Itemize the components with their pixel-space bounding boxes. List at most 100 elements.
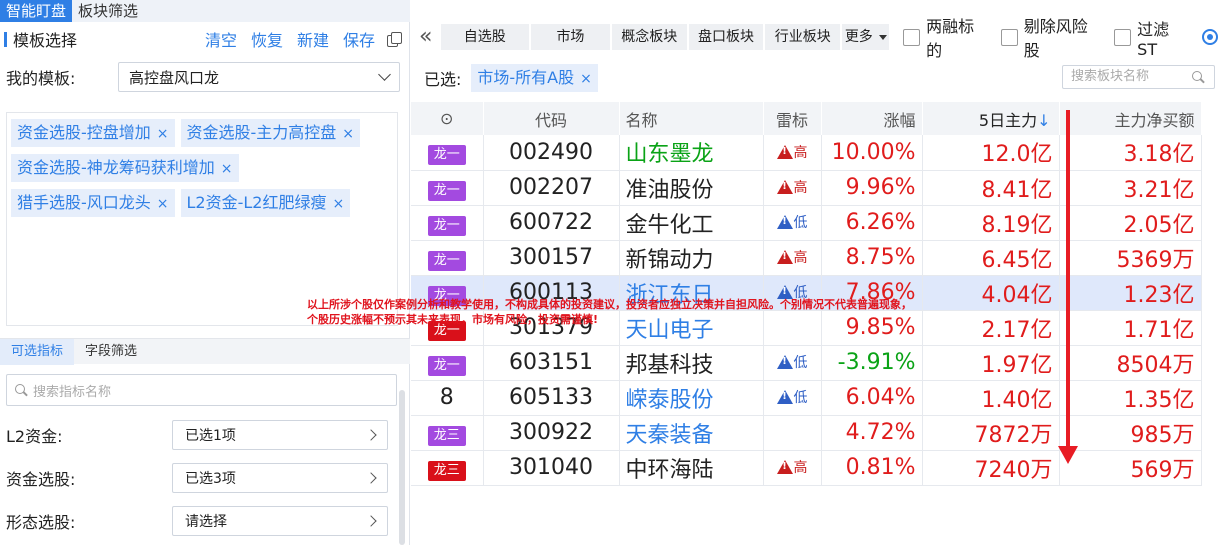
tag-close-icon[interactable]: × [221, 161, 233, 177]
left-scrollbar[interactable] [399, 390, 405, 545]
risk-flag[interactable]: 低 [776, 352, 808, 372]
table-row[interactable]: 龙一 300157新锦动力 高 8.75%6.45亿5369万 [411, 240, 1202, 276]
stock-code[interactable]: 002207 [483, 170, 620, 206]
col-main5[interactable]: 5日主力↓ [922, 102, 1060, 135]
tab-block-filter[interactable]: 板块筛选 [72, 0, 144, 22]
filter-select-button[interactable]: 请选择 [172, 506, 388, 536]
risk-flag[interactable]: 低 [776, 212, 808, 232]
filter-select-button[interactable]: 已选3项 [172, 463, 388, 493]
main-5day: 1.40亿 [922, 380, 1060, 416]
main-5day: 6.45亿 [922, 240, 1060, 276]
risk-flag[interactable]: 高 [776, 247, 808, 267]
collapse-icon[interactable]: « [411, 22, 441, 52]
column-settings-icon[interactable]: ⊙ [411, 102, 484, 135]
stock-code[interactable]: 605133 [483, 380, 620, 416]
net-buy: 985万 [1059, 415, 1202, 451]
checkbox-label: 剔除风险股 [1023, 17, 1088, 60]
net-buy: 3.18亿 [1059, 135, 1202, 171]
new-button[interactable]: 新建 [297, 27, 329, 51]
table-row[interactable]: 龙一 600722金牛化工 低 6.26%8.19亿2.05亿 [411, 205, 1202, 241]
tag-close-icon[interactable]: × [580, 71, 592, 87]
stock-name[interactable]: 金牛化工 [619, 205, 764, 241]
stock-name[interactable]: 嵘泰股份 [619, 380, 764, 416]
col-name[interactable]: 名称 [619, 102, 764, 135]
net-buy: 569万 [1059, 450, 1202, 486]
btn-board-block[interactable]: 盘口板块 [688, 24, 766, 50]
stock-code[interactable]: 300922 [483, 415, 620, 451]
change-pct: 6.04% [821, 380, 923, 416]
btn-watchlist[interactable]: 自选股 [440, 24, 532, 50]
btn-market[interactable]: 市场 [531, 24, 612, 50]
checkbox-margin-trading[interactable]: 两融标的 [903, 13, 989, 61]
warning-icon [776, 250, 793, 264]
filter-value: 已选3项 [185, 471, 236, 487]
restore-button[interactable]: 恢复 [251, 27, 283, 51]
checkbox-exclude-risk[interactable]: 剔除风险股 [1001, 13, 1102, 61]
copy-icon[interactable] [387, 32, 402, 47]
stock-name[interactable]: 邦基科技 [619, 345, 764, 381]
table-row[interactable]: 龙一 603151邦基科技 低 -3.91%1.97亿8504万 [411, 345, 1202, 381]
more-dropdown[interactable]: 更多 [842, 24, 892, 50]
risk-flag[interactable]: 高 [776, 142, 808, 162]
col-net[interactable]: 主力净买额 [1059, 102, 1202, 135]
dragon-badge: 龙一 [427, 250, 466, 271]
risk-flag[interactable]: 高 [776, 177, 808, 197]
btn-industry-block[interactable]: 行业板块 [765, 24, 843, 50]
main-5day: 12.0亿 [922, 135, 1060, 171]
tag-close-icon[interactable]: × [157, 196, 169, 212]
tab-available-indicators[interactable]: 可选指标 [0, 339, 75, 365]
change-pct: 4.72% [821, 415, 923, 451]
col-code[interactable]: 代码 [483, 102, 620, 135]
table-row[interactable]: 龙一 002490山东墨龙 高 10.00%12.0亿3.18亿 [411, 135, 1202, 171]
table-row[interactable]: 龙一 002207准油股份 高 9.96%8.41亿3.21亿 [411, 170, 1202, 206]
table-row[interactable]: 龙三 300922 天秦装备 4.72% 7872万 985万 [411, 415, 1202, 451]
col-change[interactable]: 涨幅 [821, 102, 923, 135]
col-lei[interactable]: 雷标 [763, 102, 822, 135]
risk-level: 高 [793, 250, 808, 266]
stock-name[interactable]: 天秦装备 [619, 415, 764, 451]
checkbox-box[interactable] [1001, 28, 1018, 46]
indicator-search-input[interactable]: 搜索指标名称 [6, 374, 397, 406]
rank-number: 8 [439, 385, 454, 410]
warning-icon [776, 215, 793, 229]
risk-flag[interactable]: 高 [776, 457, 808, 477]
my-template-select[interactable]: 高控盘风口龙 [118, 62, 400, 92]
risk-flag[interactable]: 低 [776, 387, 808, 407]
filter-select-button[interactable]: 已选1项 [172, 420, 388, 450]
stock-name[interactable]: 山东墨龙 [619, 135, 764, 171]
stock-name[interactable]: 新锦动力 [619, 240, 764, 276]
tab-field-filter[interactable]: 字段筛选 [74, 339, 148, 365]
tag-item: L2资金-L2红肥绿瘦 × [180, 189, 351, 217]
tab-smart-watch[interactable]: 智能盯盘 [0, 0, 73, 22]
chevron-right-icon [365, 429, 377, 441]
btn-concept-block[interactable]: 概念板块 [611, 24, 689, 50]
tag-close-icon[interactable]: × [157, 126, 169, 142]
stock-code[interactable]: 600722 [483, 205, 620, 241]
clear-button[interactable]: 清空 [205, 27, 237, 51]
net-buy: 1.23亿 [1059, 275, 1202, 311]
stock-name[interactable]: 中环海陆 [619, 450, 764, 486]
stock-code[interactable]: 300157 [483, 240, 620, 276]
stock-name[interactable]: 准油股份 [619, 170, 764, 206]
badge-cell: 龙一 [411, 240, 484, 276]
checkbox-box[interactable] [903, 28, 921, 46]
checkbox-filter-st[interactable]: 过滤ST [1114, 16, 1188, 59]
table-row[interactable]: 8 605133嵘泰股份 低 6.04%1.40亿1.35亿 [411, 380, 1202, 416]
tag-close-icon[interactable]: × [342, 126, 354, 142]
stock-code[interactable]: 603151 [483, 345, 620, 381]
indicator-tabs: 可选指标 字段筛选 [0, 338, 410, 365]
stock-code[interactable]: 002490 [483, 135, 620, 171]
tag-close-icon[interactable]: × [332, 196, 344, 212]
top-tabs: 智能盯盘 板块筛选 [0, 0, 410, 22]
radio-icon[interactable] [1202, 29, 1218, 45]
stock-code[interactable]: 301040 [483, 450, 620, 486]
filter-value: 已选1项 [185, 428, 236, 444]
change-pct: -3.91% [821, 345, 923, 381]
badge-cell: 龙三 [411, 450, 484, 486]
search-icon [15, 384, 27, 396]
save-button[interactable]: 保存 [343, 27, 375, 51]
table-row[interactable]: 龙三 301040中环海陆 高 0.81%7240万569万 [411, 450, 1202, 486]
checkbox-box[interactable] [1114, 28, 1132, 46]
risk-level: 低 [793, 390, 808, 406]
block-search-input[interactable]: 搜索板块名称 [1062, 65, 1215, 89]
